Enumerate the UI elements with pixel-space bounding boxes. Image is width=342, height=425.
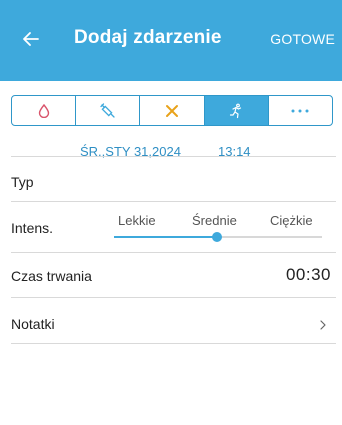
notes-label[interactable]: Notatki — [11, 316, 55, 332]
app-header: Dodaj zdarzenie GOTOWE — [0, 0, 342, 81]
event-type-tabs — [11, 95, 333, 126]
divider — [11, 252, 336, 253]
tab-insulin[interactable] — [76, 96, 141, 125]
fork-knife-icon — [166, 104, 178, 117]
event-date[interactable]: ŚR.,STY 31,2024 — [80, 140, 181, 164]
duration-value[interactable]: 00:30 — [286, 265, 331, 285]
running-person-icon — [230, 103, 242, 118]
intensity-option-medium[interactable]: Średnie — [192, 213, 237, 228]
intensity-slider-thumb[interactable] — [212, 232, 222, 242]
divider — [11, 156, 336, 157]
page-title: Dodaj zdarzenie — [74, 27, 222, 48]
syringe-icon — [100, 102, 115, 118]
tab-activity[interactable] — [204, 96, 269, 125]
arrow-left-icon — [23, 32, 39, 46]
blood-drop-icon — [38, 103, 49, 118]
event-time[interactable]: 13:14 — [218, 140, 251, 164]
back-button[interactable] — [14, 22, 48, 56]
divider — [11, 297, 336, 298]
tab-meal[interactable] — [140, 96, 205, 125]
tab-glucose[interactable] — [12, 96, 77, 125]
intensity-label: Intens. — [11, 220, 54, 236]
type-label: Typ — [11, 174, 34, 190]
intensity-option-light[interactable]: Lekkie — [118, 213, 156, 228]
duration-label: Czas trwania — [11, 268, 92, 284]
divider — [11, 201, 336, 202]
tab-more[interactable] — [269, 96, 332, 125]
chevron-right-icon[interactable] — [318, 318, 328, 332]
divider — [11, 343, 336, 344]
done-button[interactable]: GOTOWE — [270, 31, 335, 47]
intensity-slider-fill — [114, 236, 218, 238]
intensity-option-hard[interactable]: Ciężkie — [270, 213, 313, 228]
more-dots-icon — [291, 109, 309, 112]
